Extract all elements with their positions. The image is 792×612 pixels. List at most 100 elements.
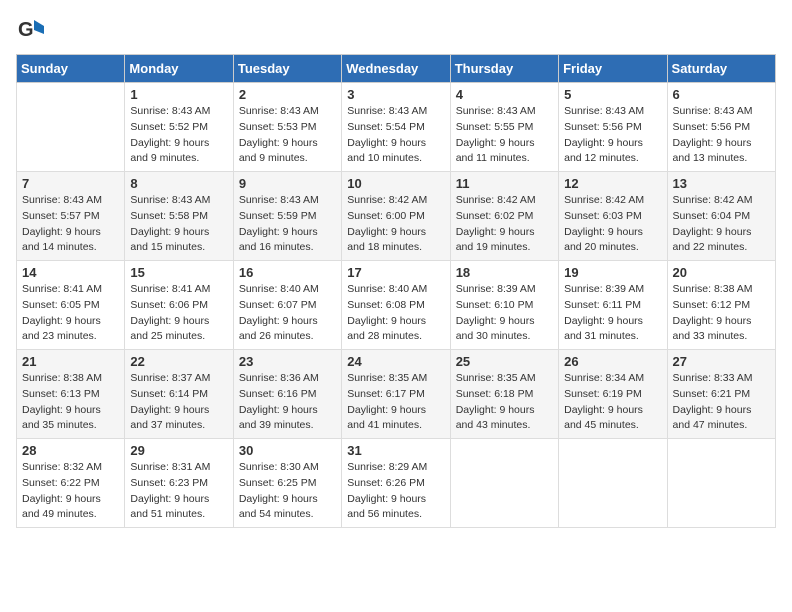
day-info: Sunrise: 8:43 AMSunset: 5:53 PMDaylight:… <box>239 104 336 167</box>
day-info: Sunrise: 8:38 AMSunset: 6:13 PMDaylight:… <box>22 371 119 434</box>
calendar-week-row: 7 Sunrise: 8:43 AMSunset: 5:57 PMDaylight… <box>17 172 776 261</box>
day-header-wednesday: Wednesday <box>342 55 450 83</box>
calendar-cell: 4 Sunrise: 8:43 AMSunset: 5:55 PMDaylight… <box>450 83 558 172</box>
calendar-cell: 28Sunrise: 8:32 AMSunset: 6:22 PMDayligh… <box>17 439 125 528</box>
calendar-cell: 15 Sunrise: 8:41 AMSunset: 6:06 PMDayligh… <box>125 261 233 350</box>
day-info: Sunrise: 8:33 AMSunset: 6:21 PMDaylight:… <box>673 371 770 434</box>
day-info: Sunrise: 8:29 AMSunset: 6:26 PMDaylight:… <box>347 460 444 523</box>
calendar-cell: 22Sunrise: 8:37 AMSunset: 6:14 PMDayligh… <box>125 350 233 439</box>
calendar-week-row: 21Sunrise: 8:38 AMSunset: 6:13 PMDayligh… <box>17 350 776 439</box>
calendar-header-row: SundayMondayTuesdayWednesdayThursdayFrid… <box>17 55 776 83</box>
day-info: Sunrise: 8:40 AMSunset: 6:08 PMDaylight:… <box>347 282 444 345</box>
calendar-cell: 29 Sunrise: 8:31 AMSunset: 6:23 PMDayligh… <box>125 439 233 528</box>
calendar-cell: 1 Sunrise: 8:43 AMSunset: 5:52 PMDaylight… <box>125 83 233 172</box>
day-number: 16 <box>239 265 336 280</box>
day-header-monday: Monday <box>125 55 233 83</box>
day-info: Sunrise: 8:42 AMSunset: 6:00 PMDaylight:… <box>347 193 444 256</box>
calendar-cell: 11 Sunrise: 8:42 AMSunset: 6:02 PMDayligh… <box>450 172 558 261</box>
calendar-table: SundayMondayTuesdayWednesdayThursdayFrid… <box>16 54 776 528</box>
day-number: 12 <box>564 176 661 191</box>
day-number: 6 <box>673 87 770 102</box>
day-number: 22 <box>130 354 227 369</box>
logo-icon: G <box>16 16 44 44</box>
calendar-cell <box>667 439 775 528</box>
day-header-sunday: Sunday <box>17 55 125 83</box>
calendar-cell: 27Sunrise: 8:33 AMSunset: 6:21 PMDayligh… <box>667 350 775 439</box>
logo: G <box>16 16 48 44</box>
day-number: 3 <box>347 87 444 102</box>
calendar-cell: 8 Sunrise: 8:43 AMSunset: 5:58 PMDaylight… <box>125 172 233 261</box>
day-info: Sunrise: 8:43 AMSunset: 5:52 PMDaylight:… <box>130 104 227 167</box>
day-number: 2 <box>239 87 336 102</box>
day-number: 19 <box>564 265 661 280</box>
calendar-cell: 3 Sunrise: 8:43 AMSunset: 5:54 PMDaylight… <box>342 83 450 172</box>
day-info: Sunrise: 8:42 AMSunset: 6:03 PMDaylight:… <box>564 193 661 256</box>
calendar-cell: 16 Sunrise: 8:40 AMSunset: 6:07 PMDayligh… <box>233 261 341 350</box>
day-info: Sunrise: 8:35 AMSunset: 6:17 PMDaylight:… <box>347 371 444 434</box>
day-number: 15 <box>130 265 227 280</box>
day-number: 1 <box>130 87 227 102</box>
day-info: Sunrise: 8:39 AMSunset: 6:10 PMDaylight:… <box>456 282 553 345</box>
calendar-week-row: 1 Sunrise: 8:43 AMSunset: 5:52 PMDaylight… <box>17 83 776 172</box>
calendar-cell: 2 Sunrise: 8:43 AMSunset: 5:53 PMDaylight… <box>233 83 341 172</box>
day-number: 31 <box>347 443 444 458</box>
calendar-week-row: 14Sunrise: 8:41 AMSunset: 6:05 PMDayligh… <box>17 261 776 350</box>
day-header-tuesday: Tuesday <box>233 55 341 83</box>
day-info: Sunrise: 8:43 AMSunset: 5:59 PMDaylight:… <box>239 193 336 256</box>
day-info: Sunrise: 8:36 AMSunset: 6:16 PMDaylight:… <box>239 371 336 434</box>
calendar-cell: 23 Sunrise: 8:36 AMSunset: 6:16 PMDayligh… <box>233 350 341 439</box>
calendar-cell: 30Sunrise: 8:30 AMSunset: 6:25 PMDayligh… <box>233 439 341 528</box>
calendar-cell: 20 Sunrise: 8:38 AMSunset: 6:12 PMDayligh… <box>667 261 775 350</box>
day-info: Sunrise: 8:42 AMSunset: 6:02 PMDaylight:… <box>456 193 553 256</box>
day-number: 9 <box>239 176 336 191</box>
day-number: 25 <box>456 354 553 369</box>
calendar-cell: 13 Sunrise: 8:42 AMSunset: 6:04 PMDayligh… <box>667 172 775 261</box>
day-info: Sunrise: 8:43 AMSunset: 5:58 PMDaylight:… <box>130 193 227 256</box>
day-number: 7 <box>22 176 119 191</box>
day-number: 4 <box>456 87 553 102</box>
calendar-cell <box>559 439 667 528</box>
svg-text:G: G <box>18 19 34 41</box>
day-info: Sunrise: 8:40 AMSunset: 6:07 PMDaylight:… <box>239 282 336 345</box>
day-info: Sunrise: 8:41 AMSunset: 6:06 PMDaylight:… <box>130 282 227 345</box>
calendar-cell: 5Sunrise: 8:43 AMSunset: 5:56 PMDaylight… <box>559 83 667 172</box>
day-header-friday: Friday <box>559 55 667 83</box>
day-number: 18 <box>456 265 553 280</box>
calendar-cell: 12 Sunrise: 8:42 AMSunset: 6:03 PMDayligh… <box>559 172 667 261</box>
day-info: Sunrise: 8:30 AMSunset: 6:25 PMDaylight:… <box>239 460 336 523</box>
calendar-cell: 7 Sunrise: 8:43 AMSunset: 5:57 PMDaylight… <box>17 172 125 261</box>
day-number: 10 <box>347 176 444 191</box>
day-number: 29 <box>130 443 227 458</box>
calendar-cell: 19 Sunrise: 8:39 AMSunset: 6:11 PMDayligh… <box>559 261 667 350</box>
day-number: 23 <box>239 354 336 369</box>
day-number: 5 <box>564 87 661 102</box>
calendar-cell: 26Sunrise: 8:34 AMSunset: 6:19 PMDayligh… <box>559 350 667 439</box>
day-info: Sunrise: 8:43 AMSunset: 5:54 PMDaylight:… <box>347 104 444 167</box>
calendar-cell <box>450 439 558 528</box>
day-number: 28 <box>22 443 119 458</box>
day-number: 20 <box>673 265 770 280</box>
page-header: G <box>16 16 776 44</box>
calendar-cell: 14Sunrise: 8:41 AMSunset: 6:05 PMDayligh… <box>17 261 125 350</box>
day-info: Sunrise: 8:43 AMSunset: 5:56 PMDaylight:… <box>673 104 770 167</box>
day-info: Sunrise: 8:39 AMSunset: 6:11 PMDaylight:… <box>564 282 661 345</box>
day-info: Sunrise: 8:35 AMSunset: 6:18 PMDaylight:… <box>456 371 553 434</box>
day-info: Sunrise: 8:41 AMSunset: 6:05 PMDaylight:… <box>22 282 119 345</box>
day-number: 13 <box>673 176 770 191</box>
day-info: Sunrise: 8:43 AMSunset: 5:57 PMDaylight:… <box>22 193 119 256</box>
calendar-cell: 17 Sunrise: 8:40 AMSunset: 6:08 PMDayligh… <box>342 261 450 350</box>
calendar-cell: 18 Sunrise: 8:39 AMSunset: 6:10 PMDayligh… <box>450 261 558 350</box>
day-number: 11 <box>456 176 553 191</box>
day-info: Sunrise: 8:43 AMSunset: 5:55 PMDaylight:… <box>456 104 553 167</box>
day-number: 17 <box>347 265 444 280</box>
day-number: 24 <box>347 354 444 369</box>
calendar-cell: 21Sunrise: 8:38 AMSunset: 6:13 PMDayligh… <box>17 350 125 439</box>
day-info: Sunrise: 8:42 AMSunset: 6:04 PMDaylight:… <box>673 193 770 256</box>
calendar-week-row: 28Sunrise: 8:32 AMSunset: 6:22 PMDayligh… <box>17 439 776 528</box>
day-info: Sunrise: 8:31 AMSunset: 6:23 PMDaylight:… <box>130 460 227 523</box>
day-info: Sunrise: 8:38 AMSunset: 6:12 PMDaylight:… <box>673 282 770 345</box>
calendar-cell: 6 Sunrise: 8:43 AMSunset: 5:56 PMDaylight… <box>667 83 775 172</box>
calendar-cell <box>17 83 125 172</box>
day-header-saturday: Saturday <box>667 55 775 83</box>
day-number: 8 <box>130 176 227 191</box>
